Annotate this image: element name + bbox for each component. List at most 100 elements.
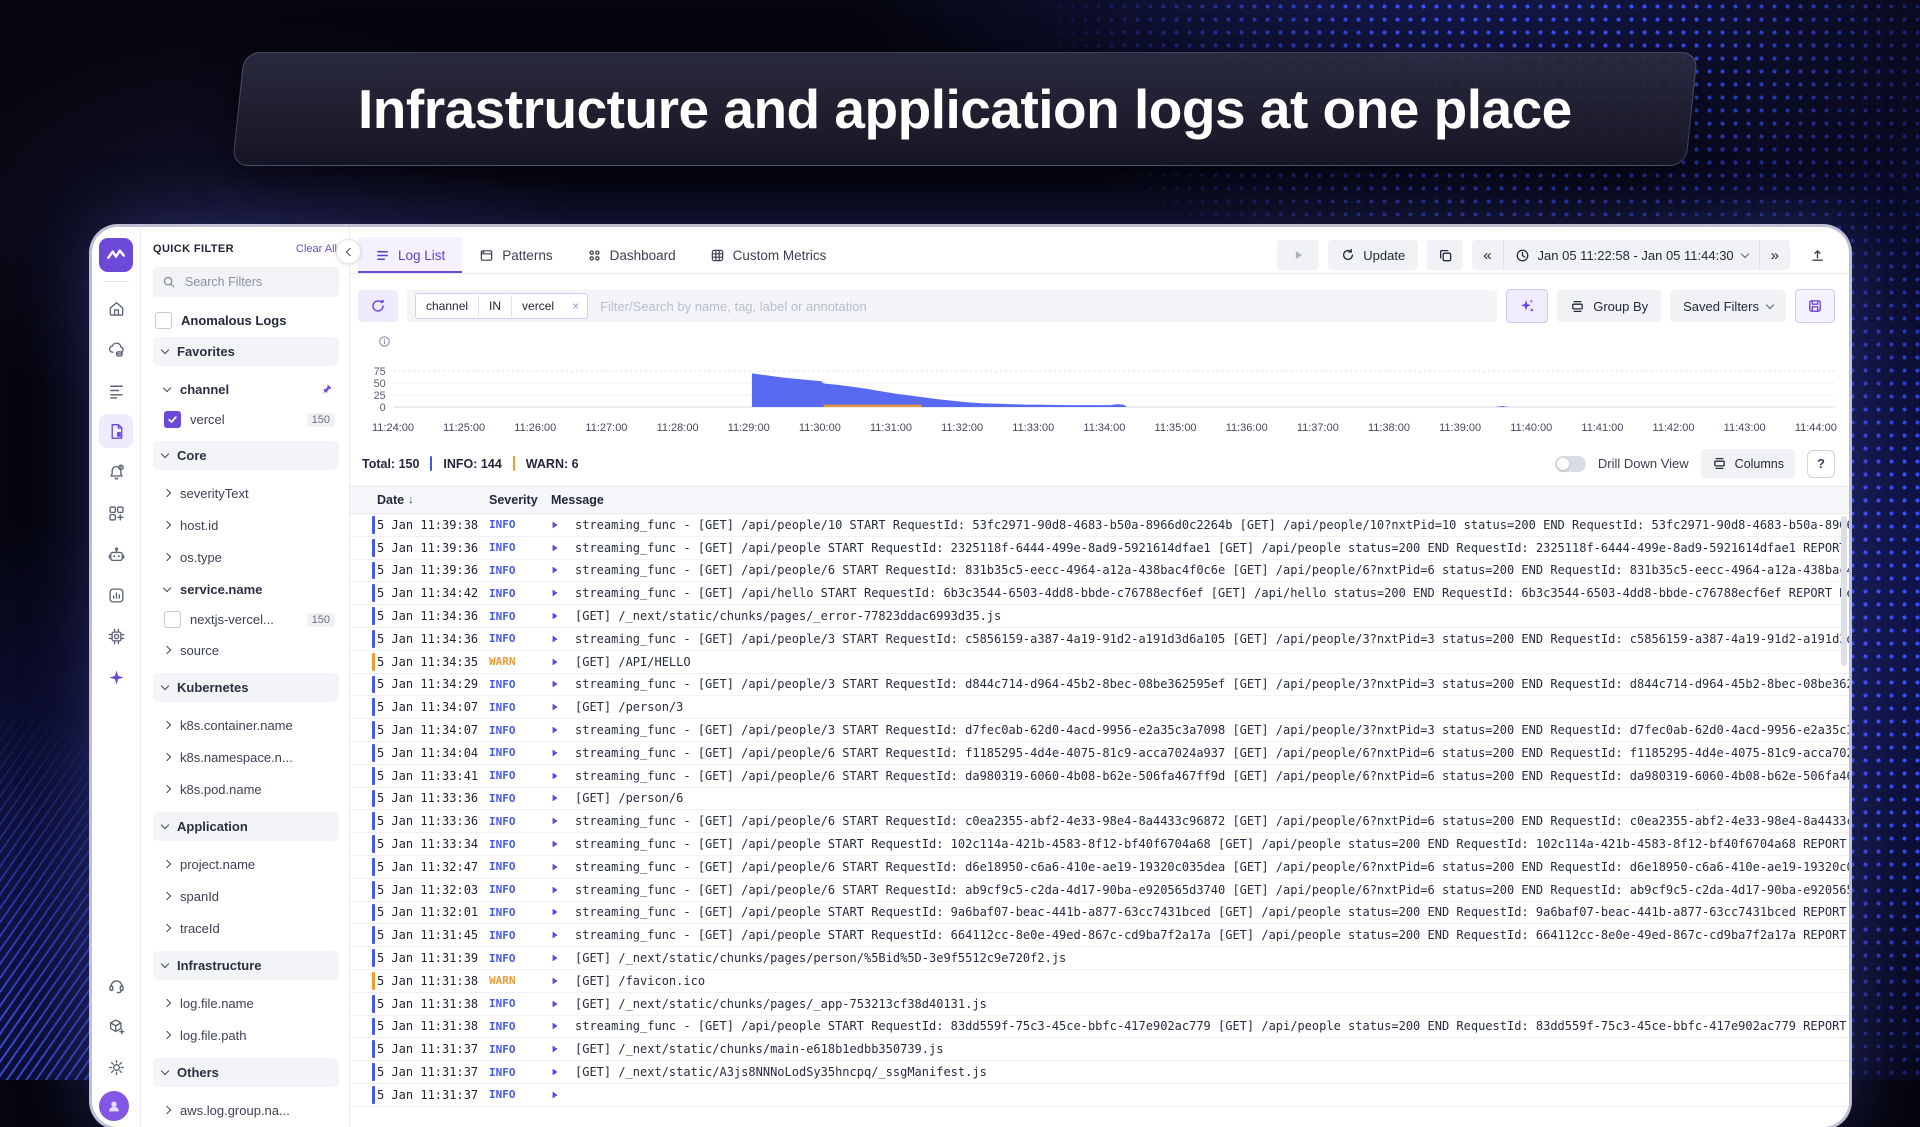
filter-section-infrastructure[interactable]: Infrastructure xyxy=(153,951,339,980)
expand-row-icon[interactable] xyxy=(551,1022,575,1030)
dashboards-nav-icon[interactable] xyxy=(99,496,133,530)
anomalous-logs-checkbox[interactable] xyxy=(155,312,172,329)
filter-attr-project-name[interactable]: project.name xyxy=(153,848,339,880)
log-row[interactable]: 5 Jan 11:33:36INFO[GET] /person/6 xyxy=(350,788,1849,811)
filter-value-vercel[interactable]: vercel150 xyxy=(153,405,339,434)
expand-row-icon[interactable] xyxy=(551,908,575,916)
chart-plot-area[interactable]: 0255075 xyxy=(360,339,1839,419)
integrations-nav-icon[interactable] xyxy=(99,1009,133,1043)
expand-row-icon[interactable] xyxy=(551,612,575,620)
expand-row-icon[interactable] xyxy=(551,703,575,711)
filter-section-others[interactable]: Others xyxy=(153,1058,339,1087)
log-row[interactable]: 5 Jan 11:39:36INFOstreaming_func - [GET]… xyxy=(350,537,1849,560)
log-row[interactable]: 5 Jan 11:32:03INFOstreaming_func - [GET]… xyxy=(350,879,1849,902)
filter-attr-k8s-container-name[interactable]: k8s.container.name xyxy=(153,709,339,741)
expand-row-icon[interactable] xyxy=(551,1091,575,1099)
logs-nav-icon[interactable] xyxy=(99,414,133,448)
alerts-nav-icon[interactable] xyxy=(99,455,133,489)
time-range-picker[interactable]: Jan 05 11:22:58 - Jan 05 11:44:30 xyxy=(1504,240,1759,270)
group-by-button[interactable]: Group By xyxy=(1557,290,1661,322)
filter-search-box[interactable] xyxy=(153,267,339,297)
expand-row-icon[interactable] xyxy=(551,749,575,757)
filter-section-favorites[interactable]: Favorites xyxy=(153,337,339,366)
log-row[interactable]: 5 Jan 11:31:39INFO[GET] /_next/static/ch… xyxy=(350,947,1849,970)
chip-remove-icon[interactable]: × xyxy=(564,299,587,313)
filter-value-nextjs-vercel[interactable]: nextjs-vercel...150 xyxy=(153,605,339,634)
filter-attr-host-id[interactable]: host.id xyxy=(153,509,339,541)
expand-row-icon[interactable] xyxy=(551,566,575,574)
expand-row-icon[interactable] xyxy=(551,1000,575,1008)
expand-row-icon[interactable] xyxy=(551,794,575,802)
expand-row-icon[interactable] xyxy=(551,1068,575,1076)
log-row[interactable]: 5 Jan 11:33:34INFOstreaming_func - [GET]… xyxy=(350,833,1849,856)
time-forward-button[interactable]: » xyxy=(1759,240,1790,270)
date-column-header[interactable]: Date ↓ xyxy=(377,493,489,507)
filter-attr-spanid[interactable]: spanId xyxy=(153,880,339,912)
log-row[interactable]: 5 Jan 11:33:41INFOstreaming_func - [GET]… xyxy=(350,765,1849,788)
expand-row-icon[interactable] xyxy=(551,954,575,962)
filter-attr-log-file-path[interactable]: log.file.path xyxy=(153,1019,339,1051)
logs-frequency-chart[interactable]: 0255075 11:24:0011:25:0011:26:0011:27:00… xyxy=(350,335,1849,440)
log-row[interactable]: 5 Jan 11:31:45INFOstreaming_func - [GET]… xyxy=(350,924,1849,947)
checkbox[interactable] xyxy=(164,411,181,428)
settings-nav-icon[interactable] xyxy=(99,1050,133,1084)
tab-custom-metrics[interactable]: Custom Metrics xyxy=(693,237,844,273)
expand-row-icon[interactable] xyxy=(551,863,575,871)
log-row[interactable]: 5 Jan 11:34:04INFOstreaming_func - [GET]… xyxy=(350,742,1849,765)
expand-row-icon[interactable] xyxy=(551,635,575,643)
ai-filter-button[interactable] xyxy=(1506,289,1548,323)
expand-row-icon[interactable] xyxy=(551,772,575,780)
log-row[interactable]: 5 Jan 11:31:37INFO[GET] /_next/static/ch… xyxy=(350,1038,1849,1061)
log-row[interactable]: 5 Jan 11:34:07INFOstreaming_func - [GET]… xyxy=(350,719,1849,742)
expand-row-icon[interactable] xyxy=(551,977,575,985)
severity-column-header[interactable]: Severity xyxy=(489,493,551,507)
log-row[interactable]: 5 Jan 11:31:38INFOstreaming_func - [GET]… xyxy=(350,1016,1849,1039)
filter-attr-severitytext[interactable]: severityText xyxy=(153,477,339,509)
expand-row-icon[interactable] xyxy=(551,589,575,597)
expand-row-icon[interactable] xyxy=(551,726,575,734)
message-column-header[interactable]: Message xyxy=(551,493,604,507)
export-button[interactable] xyxy=(1799,240,1835,270)
expand-row-icon[interactable] xyxy=(551,817,575,825)
filter-section-core[interactable]: Core xyxy=(153,441,339,470)
refresh-query-button[interactable] xyxy=(358,290,398,322)
filter-search-input[interactable]: channel IN vercel × Filter/Search by nam… xyxy=(407,290,1497,322)
update-button[interactable]: Update xyxy=(1328,240,1418,270)
traces-nav-icon[interactable] xyxy=(99,373,133,407)
log-row[interactable]: 5 Jan 11:31:37INFO xyxy=(350,1084,1849,1107)
search-filters-input[interactable] xyxy=(183,274,297,290)
filter-section-kubernetes[interactable]: Kubernetes xyxy=(153,673,339,702)
home-nav-icon[interactable] xyxy=(99,291,133,325)
expand-row-icon[interactable] xyxy=(551,931,575,939)
signoz-logo[interactable] xyxy=(99,238,133,272)
expand-row-icon[interactable] xyxy=(551,544,575,552)
clear-all-link[interactable]: Clear All xyxy=(296,243,337,255)
expand-row-icon[interactable] xyxy=(551,840,575,848)
signoz-ai-nav-icon[interactable] xyxy=(99,660,133,694)
filter-section-application[interactable]: Application xyxy=(153,812,339,841)
log-row[interactable]: 5 Jan 11:31:38WARN[GET] /favicon.ico xyxy=(350,970,1849,993)
filter-attr-log-file-name[interactable]: log.file.name xyxy=(153,987,339,1019)
log-row[interactable]: 5 Jan 11:33:36INFOstreaming_func - [GET]… xyxy=(350,810,1849,833)
filter-attr-os-type[interactable]: os.type xyxy=(153,541,339,573)
support-nav-icon[interactable] xyxy=(99,968,133,1002)
filter-attr-service-name[interactable]: service.name xyxy=(153,573,339,605)
log-row[interactable]: 5 Jan 11:34:42INFOstreaming_func - [GET]… xyxy=(350,582,1849,605)
filter-attr-traceid[interactable]: traceId xyxy=(153,912,339,944)
log-row[interactable]: 5 Jan 11:39:36INFOstreaming_func - [GET]… xyxy=(350,560,1849,583)
expand-row-icon[interactable] xyxy=(551,1045,575,1053)
services-nav-icon[interactable] xyxy=(99,332,133,366)
log-row[interactable]: 5 Jan 11:31:37INFO[GET] /_next/static/A3… xyxy=(350,1061,1849,1084)
log-row[interactable]: 5 Jan 11:34:07INFO[GET] /person/3 xyxy=(350,696,1849,719)
log-row[interactable]: 5 Jan 11:32:01INFOstreaming_func - [GET]… xyxy=(350,902,1849,925)
table-scrollbar[interactable] xyxy=(1841,516,1847,666)
filter-attr-source[interactable]: source xyxy=(153,634,339,666)
log-row[interactable]: 5 Jan 11:31:38INFO[GET] /_next/static/ch… xyxy=(350,993,1849,1016)
checkbox[interactable] xyxy=(164,611,181,628)
tab-dashboard[interactable]: Dashboard xyxy=(570,237,693,273)
filter-attr-aws-log-group-na[interactable]: aws.log.group.na... xyxy=(153,1094,339,1126)
user-avatar[interactable] xyxy=(99,1091,129,1121)
ai-assistant-nav-icon[interactable] xyxy=(99,537,133,571)
log-row[interactable]: 5 Jan 11:39:38INFOstreaming_func - [GET]… xyxy=(350,514,1849,537)
tab-patterns[interactable]: Patterns xyxy=(462,237,569,273)
